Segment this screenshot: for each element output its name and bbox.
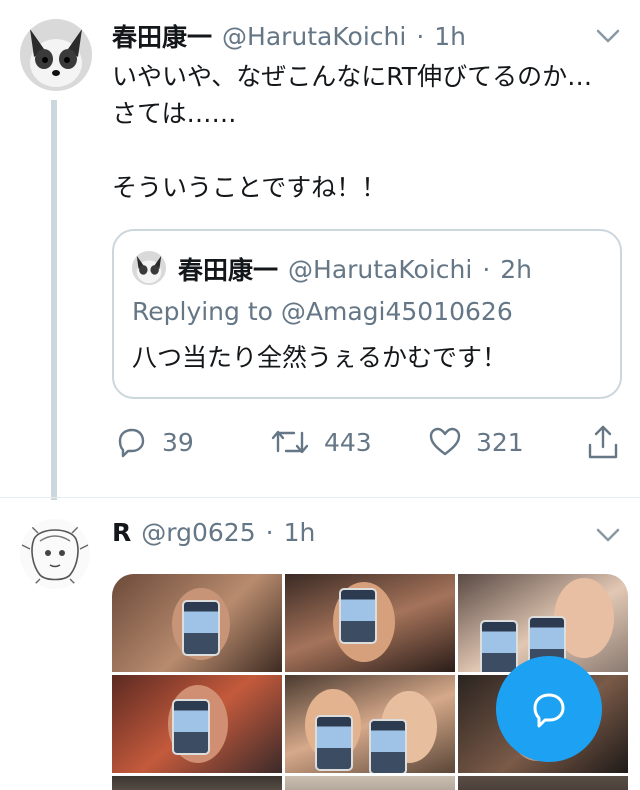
avatar[interactable] <box>132 251 166 285</box>
thread-line <box>51 100 57 500</box>
tweet-text: いやいや、なぜこんなにRT伸びてるのか… さては…… そういうことですね！！ <box>112 62 593 202</box>
photo-cell <box>285 675 455 773</box>
chevron-down-icon[interactable] <box>596 28 620 48</box>
display-name[interactable]: R <box>112 518 131 547</box>
heart-icon <box>429 427 461 456</box>
reply-count: 39 <box>162 427 194 457</box>
tweet-header: R @rg0625 · 1h <box>112 518 315 547</box>
share-button[interactable] <box>587 423 619 465</box>
timestamp[interactable]: 1h <box>434 22 466 51</box>
reply-button[interactable]: 39 <box>114 425 194 459</box>
dog-avatar-image <box>132 251 166 285</box>
tweet-header: 春田康一 @HarutaKoichi · 1h <box>112 18 466 54</box>
photo-cell <box>285 776 455 790</box>
sketch-avatar-image <box>20 519 90 589</box>
retweet-button[interactable]: 443 <box>270 425 372 459</box>
display-name: 春田康一 <box>178 256 279 285</box>
avatar[interactable] <box>20 19 92 91</box>
like-button[interactable]: 321 <box>428 425 524 459</box>
share-icon <box>588 425 618 459</box>
retweet-icon <box>271 430 309 454</box>
photo-cell <box>112 574 282 672</box>
dog-avatar-image <box>20 19 92 91</box>
separator: · <box>265 518 274 547</box>
quoted-tweet[interactable]: 春田康一 @HarutaKoichi · 2h Replying to @Ama… <box>112 229 622 399</box>
avatar[interactable] <box>20 519 90 589</box>
photo-cell <box>112 675 282 773</box>
retweet-count: 443 <box>324 427 372 457</box>
like-count: 321 <box>476 427 524 457</box>
replying-to[interactable]: Replying to @Amagi45010626 <box>132 297 513 326</box>
divider <box>0 497 640 498</box>
photo-cell <box>458 776 628 790</box>
compose-reply-icon <box>533 693 565 728</box>
reply-icon <box>118 428 145 458</box>
photo-cell <box>112 776 282 790</box>
handle[interactable]: @rg0625 <box>141 518 255 547</box>
photo-cell <box>285 574 455 672</box>
quoted-text: 八つ当たり全然うぇるかむです！ <box>132 343 508 372</box>
timestamp[interactable]: 1h <box>284 518 316 547</box>
display-name[interactable]: 春田康一 <box>112 18 212 54</box>
handle[interactable]: @HarutaKoichi <box>222 22 406 51</box>
timestamp: 2h <box>500 254 533 284</box>
compose-reply-button[interactable] <box>496 656 602 762</box>
handle: @HarutaKoichi <box>288 254 473 284</box>
separator: · <box>416 21 425 51</box>
chevron-down-icon[interactable] <box>596 527 620 547</box>
separator: · <box>482 254 491 284</box>
quote-header: 春田康一 @HarutaKoichi · 2h <box>178 251 532 287</box>
